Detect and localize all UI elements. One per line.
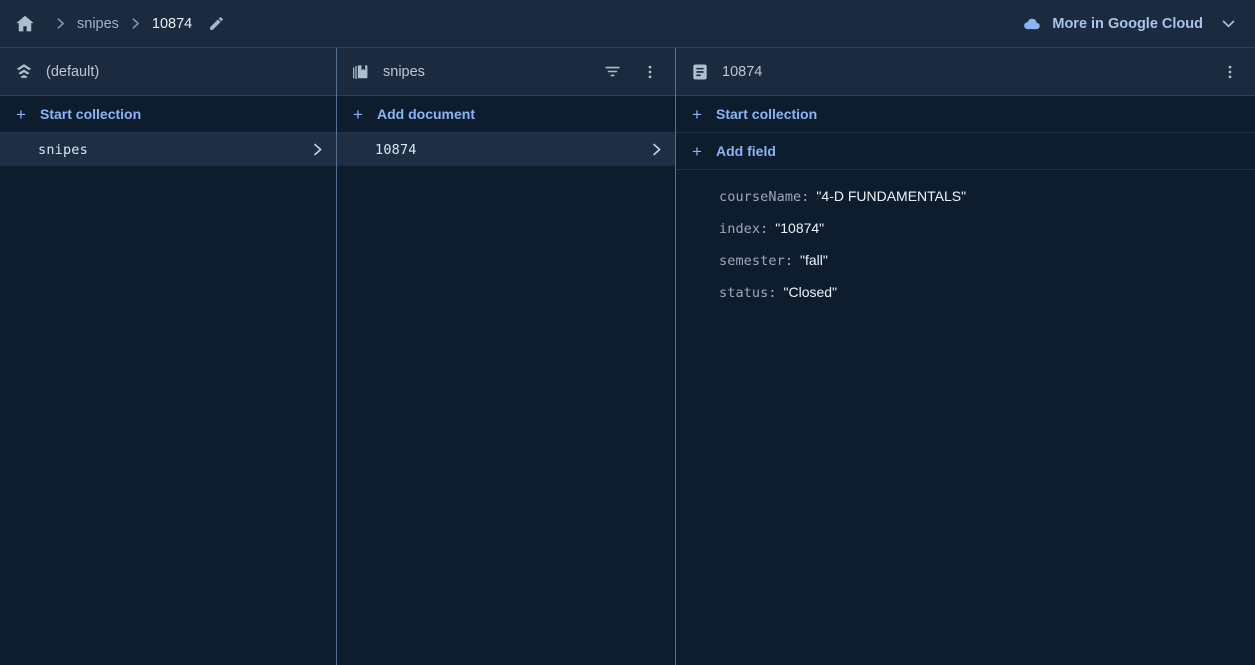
field-key: status — [719, 285, 769, 301]
breadcrumb: snipes 10874 — [12, 0, 228, 47]
add-field-button[interactable]: + Add field — [676, 133, 1255, 170]
collection-name: snipes — [38, 141, 88, 158]
start-collection-label: Start collection — [40, 106, 142, 122]
breadcrumb-item-snipes[interactable]: snipes — [77, 16, 119, 32]
start-collection-button[interactable]: + Start collection — [0, 96, 336, 133]
field-list: courseName : "4-D FUNDAMENTALS" index : … — [676, 170, 1255, 316]
start-collection-button[interactable]: + Start collection — [676, 96, 1255, 133]
field-colon: : — [768, 285, 777, 301]
field-value: "10874" — [775, 220, 825, 236]
panel-container: (default) + Start collection snipes snip… — [0, 48, 1255, 665]
more-in-google-cloud-label: More in Google Cloud — [1052, 15, 1203, 32]
field-key: index — [719, 221, 761, 237]
home-icon[interactable] — [12, 11, 38, 37]
start-collection-label: Start collection — [716, 106, 818, 122]
database-panel-title: (default) — [46, 63, 100, 80]
field-colon: : — [801, 189, 810, 205]
chevron-right-icon — [310, 142, 325, 157]
filter-icon[interactable] — [599, 59, 625, 85]
more-vert-icon[interactable] — [637, 59, 663, 85]
document-panel: 10874 + Start collection + Add field cou… — [676, 48, 1255, 665]
plus-icon: + — [353, 104, 363, 124]
field-colon: : — [784, 253, 793, 269]
document-name: 10874 — [375, 141, 417, 158]
pencil-icon[interactable] — [204, 12, 228, 36]
more-in-google-cloud-button[interactable]: More in Google Cloud — [1019, 11, 1239, 36]
plus-icon: + — [16, 104, 26, 124]
document-icon — [690, 62, 710, 82]
document-panel-header: 10874 — [676, 48, 1255, 96]
collection-icon — [351, 62, 371, 82]
chevron-right-icon — [649, 142, 664, 157]
field-key: semester — [719, 253, 785, 269]
firestore-icon — [14, 62, 34, 82]
breadcrumb-separator — [119, 17, 152, 30]
collection-panel-header: snipes — [337, 48, 675, 96]
breadcrumb-item-current: 10874 — [151, 15, 193, 32]
plus-icon: + — [692, 104, 702, 124]
breadcrumb-separator — [44, 17, 77, 30]
field-value: "Closed" — [783, 284, 838, 300]
collection-panel: snipes + Add document 10874 — [337, 48, 676, 665]
list-item[interactable]: 10874 — [337, 133, 675, 166]
field-row[interactable]: index : "10874" — [676, 220, 1255, 252]
add-document-label: Add document — [377, 106, 475, 122]
google-cloud-icon — [1021, 16, 1043, 32]
field-row[interactable]: courseName : "4-D FUNDAMENTALS" — [676, 188, 1255, 220]
more-vert-icon[interactable] — [1217, 59, 1243, 85]
field-key: courseName — [719, 189, 802, 205]
database-panel: (default) + Start collection snipes — [0, 48, 337, 665]
field-value: "4-D FUNDAMENTALS" — [816, 188, 967, 204]
collection-panel-title: snipes — [383, 63, 425, 80]
plus-icon: + — [692, 141, 702, 161]
top-bar: snipes 10874 More in Google Cloud — [0, 0, 1255, 48]
add-document-button[interactable]: + Add document — [337, 96, 675, 133]
chevron-down-icon[interactable] — [1220, 15, 1237, 32]
document-panel-title: 10874 — [722, 63, 763, 80]
field-value: "fall" — [799, 252, 828, 268]
list-item[interactable]: snipes — [0, 133, 336, 166]
field-row[interactable]: status : "Closed" — [676, 284, 1255, 316]
add-field-label: Add field — [716, 143, 776, 159]
database-panel-header: (default) — [0, 48, 336, 96]
field-row[interactable]: semester : "fall" — [676, 252, 1255, 284]
field-colon: : — [760, 221, 769, 237]
